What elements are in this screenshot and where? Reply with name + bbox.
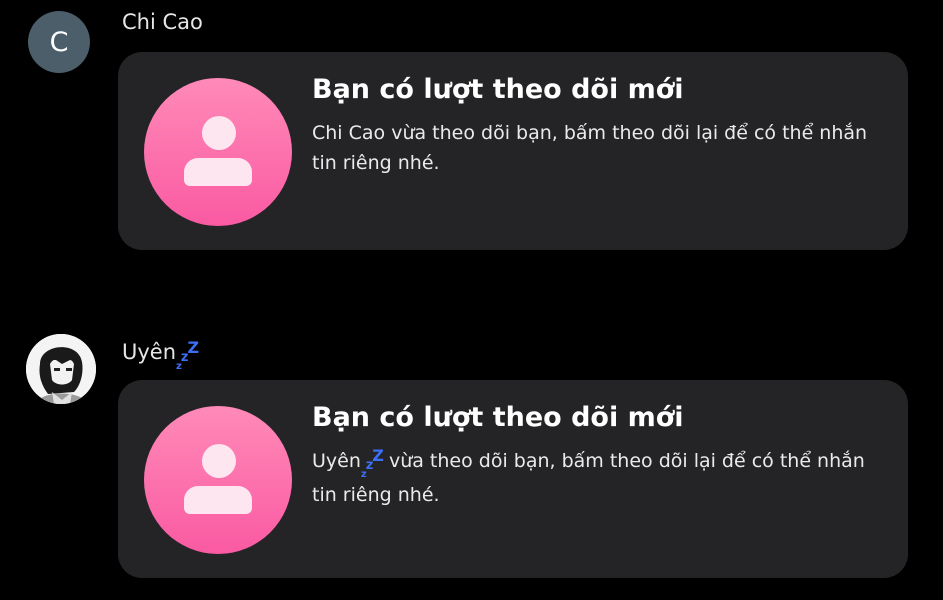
sender-name-text: Uyên xyxy=(122,340,177,364)
sender-name[interactable]: UyênzzZ xyxy=(122,338,199,372)
user-icon xyxy=(144,406,292,554)
user-icon-body xyxy=(184,486,252,514)
card-title: Bạn có lượt theo dõi mới xyxy=(312,402,684,433)
user-icon-head xyxy=(202,444,236,478)
anime-avatar-image xyxy=(26,334,96,404)
zzz-icon: zzZ xyxy=(360,446,384,480)
user-icon-head xyxy=(202,116,236,150)
avatar-letter: C xyxy=(49,26,69,58)
follow-notification-card[interactable]: Bạn có lượt theo dõi mới UyênzzZ vừa the… xyxy=(118,380,908,578)
follow-notification-card[interactable]: Bạn có lượt theo dõi mới Chi Cao vừa the… xyxy=(118,52,908,250)
card-text: UyênzzZ vừa theo dõi bạn, bấm theo dõi l… xyxy=(312,446,872,510)
card-text-name: Uyên xyxy=(312,450,361,472)
card-text: Chi Cao vừa theo dõi bạn, bấm theo dõi l… xyxy=(312,122,868,174)
user-icon-body xyxy=(184,158,252,186)
user-icon xyxy=(144,78,292,226)
avatar[interactable] xyxy=(26,334,96,404)
avatar[interactable]: C xyxy=(28,11,90,73)
zzz-icon: zzZ xyxy=(176,338,199,372)
sender-name[interactable]: Chi Cao xyxy=(122,10,203,34)
card-text-rest: vừa theo dõi bạn, bấm theo dõi lại để có… xyxy=(312,450,865,506)
card-title: Bạn có lượt theo dõi mới xyxy=(312,74,684,105)
